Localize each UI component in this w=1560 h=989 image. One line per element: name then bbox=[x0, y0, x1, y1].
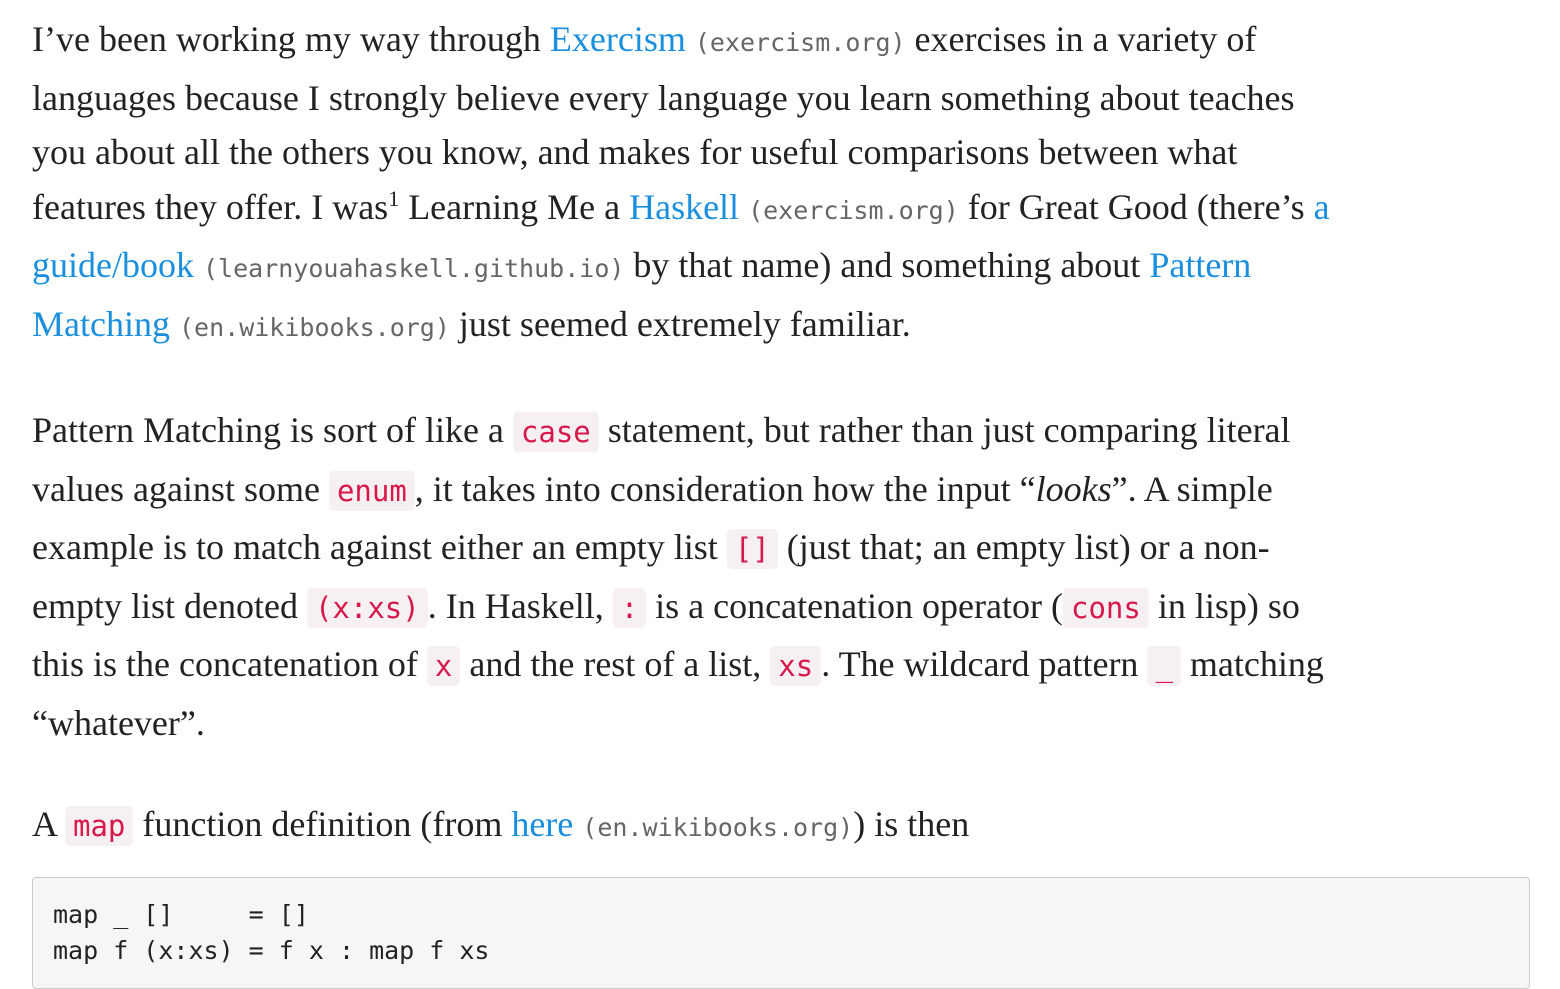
paragraph-map-intro: A map function definition (from here (en… bbox=[32, 797, 1532, 856]
text: I’ve been working my way through bbox=[32, 19, 550, 59]
text: example is to match against either an em… bbox=[32, 527, 727, 567]
emphasis-looks: looks bbox=[1035, 468, 1112, 509]
text: is a concatenation operator ( bbox=[646, 585, 1063, 626]
text: exercises in a variety of bbox=[905, 19, 1257, 59]
text: Learning Me a bbox=[399, 186, 630, 227]
text: . The wildcard pattern bbox=[821, 644, 1148, 684]
exercism-link[interactable]: Exercism bbox=[550, 19, 686, 59]
line: I’ve been working my way through Exercis… bbox=[32, 12, 1532, 71]
line: Matching (en.wikibooks.org) just seemed … bbox=[32, 297, 1532, 356]
text: languages because I strongly believe eve… bbox=[32, 77, 1295, 118]
inline-code-map: map bbox=[65, 806, 134, 846]
line: you about all the others you know, and m… bbox=[32, 125, 1532, 180]
paragraph-pattern-matching: Pattern Matching is sort of like a case … bbox=[32, 402, 1532, 751]
link-domain: (exercism.org) bbox=[694, 28, 906, 57]
article-body: I’ve been working my way through Exercis… bbox=[32, 12, 1532, 989]
guide-book-link[interactable]: guide/book bbox=[32, 245, 194, 285]
text: values against some bbox=[32, 468, 329, 509]
text: and the rest of a list, bbox=[460, 644, 771, 684]
footnote-marker[interactable]: 1 bbox=[388, 186, 399, 211]
line: features they offer. I was1 Learning Me … bbox=[32, 180, 1532, 239]
text: matching bbox=[1180, 644, 1324, 684]
inline-code-enum: enum bbox=[328, 470, 415, 511]
paragraph-intro: I’ve been working my way through Exercis… bbox=[32, 12, 1532, 355]
line: empty list denoted (x:xs). In Haskell, :… bbox=[32, 578, 1532, 637]
text: , it takes into consideration how the in… bbox=[414, 468, 1036, 509]
text: empty list denoted bbox=[32, 585, 307, 626]
link-domain: (learnyouahaskell.github.io) bbox=[202, 254, 625, 283]
text: in lisp) so bbox=[1148, 585, 1300, 626]
text: this is the concatenation of bbox=[32, 644, 427, 684]
text: statement, but rather than just comparin… bbox=[598, 410, 1291, 450]
guide-book-link[interactable]: a bbox=[1314, 187, 1330, 227]
text: . In Haskell, bbox=[427, 585, 613, 626]
code-line: map f (x:xs) = f x : map f xs bbox=[53, 936, 490, 965]
text: for Great Good (there’s bbox=[958, 186, 1314, 227]
inline-code-case: case bbox=[512, 412, 599, 452]
line: Pattern Matching is sort of like a case … bbox=[32, 402, 1532, 461]
line: languages because I strongly believe eve… bbox=[32, 71, 1532, 126]
here-link[interactable]: here bbox=[511, 804, 573, 844]
text: by that name) and something about bbox=[624, 245, 1150, 285]
inline-code-wildcard: _ bbox=[1147, 646, 1181, 686]
pattern-matching-link[interactable]: Matching bbox=[32, 304, 170, 344]
text: features they offer. I was bbox=[32, 186, 389, 227]
pattern-matching-link[interactable]: Pattern bbox=[1149, 245, 1251, 285]
text: function definition (from bbox=[133, 804, 512, 844]
link-domain: (en.wikibooks.org) bbox=[582, 813, 854, 842]
haskell-link[interactable]: Haskell bbox=[629, 187, 739, 227]
link-domain: (exercism.org) bbox=[748, 195, 959, 225]
text: (just that; an empty list) or a non- bbox=[777, 527, 1270, 567]
inline-code-xs: xs bbox=[770, 646, 822, 686]
text: “whatever”. bbox=[32, 702, 205, 743]
inline-code-x: x bbox=[426, 646, 461, 686]
text: just seemed extremely familiar. bbox=[449, 303, 911, 344]
line: this is the concatenation of x and the r… bbox=[32, 636, 1532, 695]
text: ”. A simple bbox=[1111, 468, 1273, 509]
line: guide/book (learnyouahaskell.github.io) … bbox=[32, 238, 1532, 297]
text: you about all the others you know, and m… bbox=[32, 132, 1238, 172]
inline-code-cons-pattern: (x:xs) bbox=[306, 587, 428, 628]
inline-code-cons: cons bbox=[1062, 587, 1149, 628]
inline-code-colon: : bbox=[612, 587, 647, 628]
text: ) is then bbox=[853, 804, 970, 844]
code-block: map _ [] = [] map f (x:xs) = f x : map f … bbox=[32, 876, 1530, 989]
code-line: map _ [] = [] bbox=[53, 899, 309, 929]
inline-code-empty-list: [] bbox=[726, 529, 778, 569]
text: Pattern Matching is sort of like a bbox=[32, 410, 513, 450]
link-domain: (en.wikibooks.org) bbox=[178, 312, 450, 342]
line: “whatever”. bbox=[32, 695, 1532, 752]
line: A map function definition (from here (en… bbox=[32, 797, 1532, 856]
line: values against some enum, it takes into … bbox=[32, 461, 1532, 520]
text: A bbox=[32, 804, 66, 844]
line: example is to match against either an em… bbox=[32, 519, 1532, 578]
